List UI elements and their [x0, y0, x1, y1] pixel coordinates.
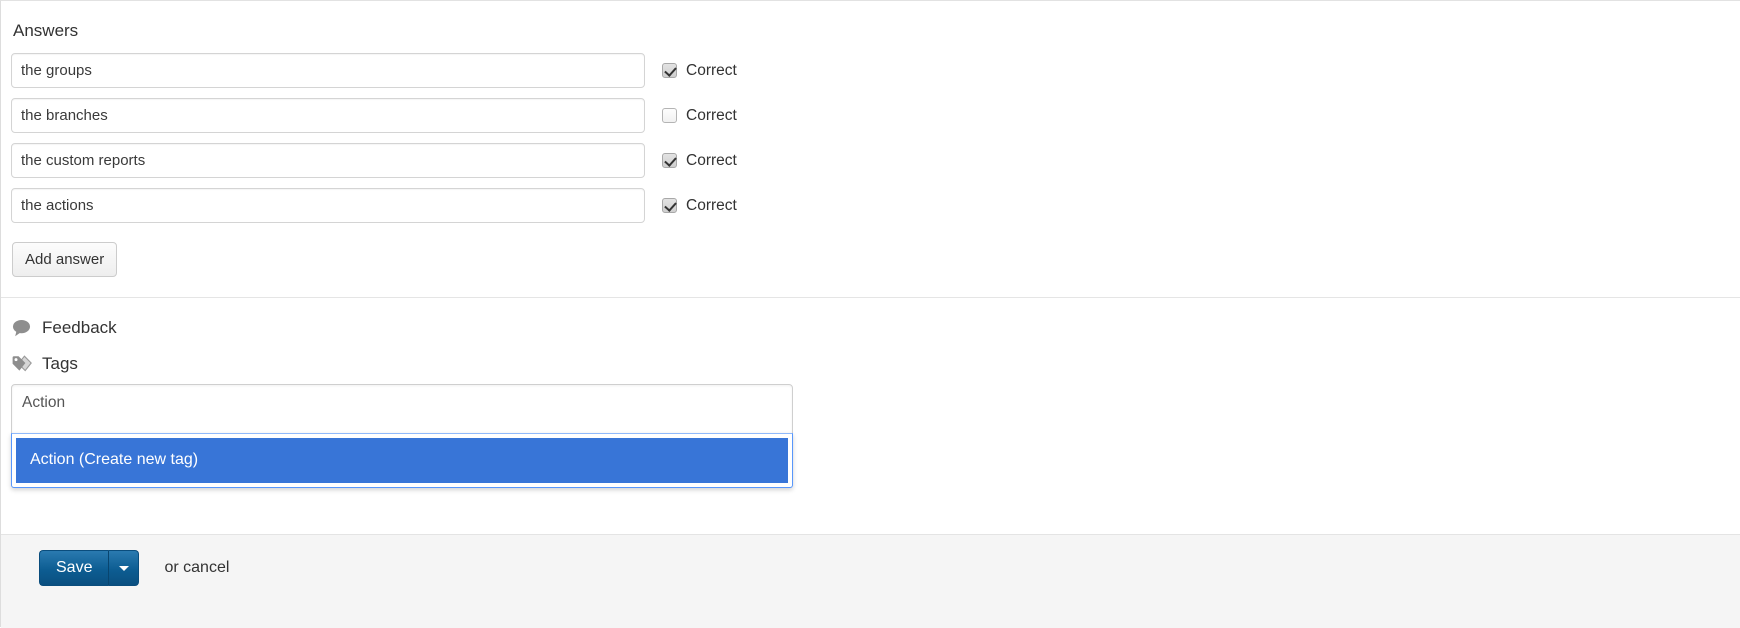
- save-button-group: Save: [39, 550, 140, 586]
- tags-label: Tags: [42, 354, 78, 374]
- feedback-toggle[interactable]: Feedback: [11, 318, 1740, 338]
- meta-section: Feedback Tags Action (Create new tag): [1, 318, 1740, 488]
- question-edit-card: Answers Correct Correct Correct: [0, 0, 1740, 628]
- tags-dropdown-option[interactable]: Action (Create new tag): [16, 438, 788, 483]
- correct-checkbox-label: Correct: [686, 196, 737, 214]
- answer-correct-group[interactable]: Correct: [662, 197, 737, 215]
- answer-row: Correct: [11, 98, 1740, 134]
- answer-input[interactable]: [11, 53, 645, 89]
- tags-select-container[interactable]: [11, 384, 793, 435]
- add-answer-button[interactable]: Add answer: [12, 242, 118, 278]
- footer-actions: Save or cancel: [1, 535, 1740, 586]
- tags-select-area: Action (Create new tag): [11, 384, 793, 488]
- answer-row: Correct: [11, 143, 1740, 179]
- answer-input[interactable]: [11, 188, 645, 224]
- correct-checkbox-label: Correct: [686, 151, 737, 169]
- answers-heading: Answers: [13, 21, 79, 40]
- correct-checkbox[interactable]: [662, 153, 677, 169]
- answers-section: Answers Correct Correct Correct: [1, 1, 1740, 278]
- section-divider: [1, 297, 1740, 299]
- correct-checkbox-label: Correct: [686, 61, 737, 79]
- save-button[interactable]: Save: [39, 550, 110, 586]
- tags-toggle[interactable]: Tags: [11, 354, 1740, 374]
- correct-checkbox[interactable]: [662, 108, 677, 124]
- caret-down-icon: [118, 565, 129, 571]
- answer-correct-group[interactable]: Correct: [662, 107, 737, 125]
- correct-checkbox-label: Correct: [686, 106, 737, 124]
- answer-row: Correct: [11, 53, 1740, 89]
- correct-checkbox[interactable]: [662, 63, 677, 79]
- answer-correct-group[interactable]: Correct: [662, 62, 737, 80]
- correct-checkbox[interactable]: [662, 198, 677, 214]
- feedback-label: Feedback: [42, 318, 117, 338]
- answer-input[interactable]: [11, 143, 645, 179]
- tags-search-input[interactable]: [22, 394, 722, 413]
- tags-dropdown-list: Action (Create new tag): [11, 433, 793, 488]
- speech-bubble-icon: [13, 320, 30, 337]
- form-footer: Save or cancel: [1, 534, 1740, 628]
- save-dropdown-toggle[interactable]: [109, 550, 140, 586]
- answer-correct-group[interactable]: Correct: [662, 152, 737, 170]
- cancel-link[interactable]: or cancel: [164, 559, 229, 577]
- tag-icon: [12, 355, 32, 372]
- answer-row: Correct: [11, 188, 1740, 224]
- answer-input[interactable]: [11, 98, 645, 134]
